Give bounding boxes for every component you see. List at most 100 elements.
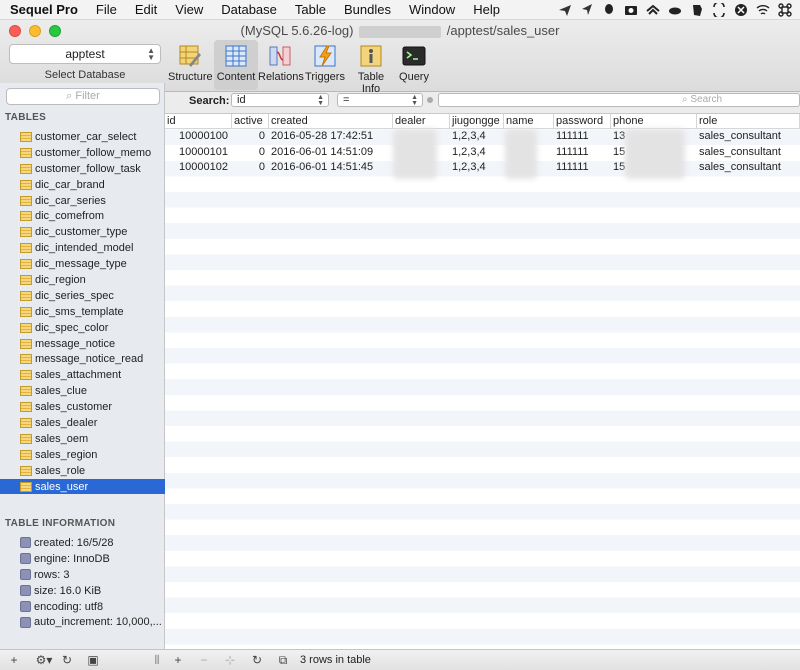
table-info-button[interactable]: Table Info	[349, 40, 393, 95]
search-field-select[interactable]: id ▲ ▼	[231, 93, 329, 107]
add-table-button[interactable]: +	[7, 653, 21, 667]
cell-jiugongge[interactable]: 1,2,3,4	[450, 160, 504, 176]
menu-bundles[interactable]: Bundles	[335, 0, 400, 20]
menu-table[interactable]: Table	[286, 0, 335, 20]
cell-password[interactable]: 111111	[554, 160, 611, 176]
airplay-icon[interactable]	[646, 3, 660, 17]
sidebar-item-customer-follow-task[interactable]: customer_follow_task	[0, 161, 165, 177]
sidebar-item-dic-region[interactable]: dic_region	[0, 272, 165, 288]
menu-edit[interactable]: Edit	[126, 0, 166, 20]
table-filter-input[interactable]: ⌕ Filter	[6, 88, 160, 105]
refresh-content-icon[interactable]: ↻	[250, 653, 264, 667]
menu-view[interactable]: View	[166, 0, 212, 20]
cell-password[interactable]: 111111	[554, 129, 611, 145]
structure-button[interactable]: Structure	[168, 40, 213, 90]
sidebar-item-dic-car-series[interactable]: dic_car_series	[0, 193, 165, 209]
cell-jiugongge[interactable]: 1,2,3,4	[450, 145, 504, 161]
sidebar-item-dic-intended-model[interactable]: dic_intended_model	[0, 240, 165, 256]
command-icon[interactable]	[778, 3, 792, 17]
database-select-caption: Select Database	[44, 69, 126, 81]
sidebar-item-label: sales_dealer	[35, 416, 98, 429]
menu-help[interactable]: Help	[464, 0, 509, 20]
column-header-name[interactable]: name	[504, 114, 554, 128]
send-icon[interactable]	[558, 3, 572, 17]
cell-password[interactable]: 111111	[554, 145, 611, 161]
sidebar-item-sales-user[interactable]: sales_user	[0, 478, 165, 495]
content-button[interactable]: Content	[214, 40, 258, 90]
sidebar-item-message-notice[interactable]: message_notice	[0, 336, 165, 352]
sidebar-item-sales-role[interactable]: sales_role	[0, 463, 165, 479]
query-button[interactable]: Query	[392, 40, 436, 90]
column-header-phone[interactable]: phone	[611, 114, 697, 128]
refresh-tables-icon[interactable]: ↻	[60, 653, 74, 667]
sidebar-item-sales-clue[interactable]: sales_clue	[0, 383, 165, 399]
sync-icon[interactable]	[712, 3, 726, 17]
cloud-icon[interactable]	[668, 3, 682, 17]
gear-icon[interactable]: ⚙▾	[33, 653, 55, 667]
sidebar-item-sales-region[interactable]: sales_region	[0, 447, 165, 463]
location-icon[interactable]	[580, 3, 594, 17]
sidebar-item-message-notice-read[interactable]: message_notice_read	[0, 351, 165, 367]
table-row[interactable]: 10000102 0 2016-06-01 14:51:45 1,2,3,4 11111…	[165, 160, 800, 176]
table-icon	[20, 163, 32, 174]
sidebar-item-dic-comefrom[interactable]: dic_comefrom	[0, 208, 165, 224]
column-header-dealer[interactable]: dealer	[393, 114, 450, 128]
sidebar-item-dic-spec-color[interactable]: dic_spec_color	[0, 320, 165, 336]
menu-database[interactable]: Database	[212, 0, 286, 20]
filter-rows-icon[interactable]: ⧉	[276, 653, 290, 667]
table-row[interactable]: 10000101 0 2016-06-01 14:51:09 1,2,3,4 11111…	[165, 145, 800, 161]
sidebar-item-dic-sms-template[interactable]: dic_sms_template	[0, 304, 165, 320]
duplicate-row-icon[interactable]: ⊹	[223, 653, 237, 667]
column-header-password[interactable]: password	[554, 114, 611, 128]
relations-button[interactable]: Relations	[258, 40, 304, 90]
wifi-icon[interactable]	[756, 3, 770, 17]
camera-icon[interactable]	[624, 3, 638, 17]
cell-role[interactable]: sales_consultant	[697, 129, 800, 145]
column-header-role[interactable]: role	[697, 114, 800, 128]
cell-id[interactable]: 10000100	[165, 129, 232, 145]
cell-active[interactable]: 0	[232, 145, 269, 161]
sidebar-item-sales-dealer[interactable]: sales_dealer	[0, 415, 165, 431]
column-header-id[interactable]: id	[165, 114, 232, 128]
row-count-status: 3 rows in table	[300, 654, 371, 666]
remove-row-button[interactable]: −	[197, 653, 211, 667]
menu-app[interactable]: Sequel Pro	[0, 0, 87, 20]
column-header-created[interactable]: created	[269, 114, 393, 128]
sidebar-item-dic-car-brand[interactable]: dic_car_brand	[0, 177, 165, 193]
sidebar-item-customer-follow-memo[interactable]: customer_follow_memo	[0, 145, 165, 161]
splitter-handle-icon[interactable]: ⦀	[150, 653, 164, 667]
cell-role[interactable]: sales_consultant	[697, 160, 800, 176]
database-select[interactable]: apptest ▲ ▼	[9, 44, 161, 64]
sidebar-item-dic-message-type[interactable]: dic_message_type	[0, 256, 165, 272]
column-header-active[interactable]: active	[232, 114, 269, 128]
search-input[interactable]: ⌕ Search	[438, 93, 800, 107]
sidebar-item-customer-car-select[interactable]: customer_car_select	[0, 129, 165, 145]
cell-active[interactable]: 0	[232, 160, 269, 176]
cell-created[interactable]: 2016-06-01 14:51:09	[269, 145, 393, 161]
sidebar-item-dic-customer-type[interactable]: dic_customer_type	[0, 224, 165, 240]
table-row[interactable]: 10000100 0 2016-05-28 17:42:51 1,2,3,4 11111…	[165, 129, 800, 145]
cell-id[interactable]: 10000101	[165, 145, 232, 161]
triggers-button[interactable]: Triggers	[303, 40, 347, 90]
search-operator-select[interactable]: = ▲ ▼	[337, 93, 423, 107]
toggle-info-icon[interactable]: ▣	[86, 653, 100, 667]
table-icon	[20, 481, 32, 492]
sidebar-item-dic-series-spec[interactable]: dic_series_spec	[0, 288, 165, 304]
column-header-jiugongge[interactable]: jiugongge	[450, 114, 504, 128]
sidebar-item-sales-attachment[interactable]: sales_attachment	[0, 367, 165, 383]
cell-id[interactable]: 10000102	[165, 160, 232, 176]
menu-file[interactable]: File	[87, 0, 126, 20]
sidebar-item-sales-oem[interactable]: sales_oem	[0, 431, 165, 447]
table-info-item: encoding: utf8	[0, 599, 165, 615]
cell-jiugongge[interactable]: 1,2,3,4	[450, 129, 504, 145]
qq-icon[interactable]	[602, 3, 616, 17]
menu-window[interactable]: Window	[400, 0, 464, 20]
cell-role[interactable]: sales_consultant	[697, 145, 800, 161]
cell-active[interactable]: 0	[232, 129, 269, 145]
xcode-icon[interactable]	[734, 3, 748, 17]
cell-created[interactable]: 2016-06-01 14:51:45	[269, 160, 393, 176]
evernote-icon[interactable]	[690, 3, 704, 17]
cell-created[interactable]: 2016-05-28 17:42:51	[269, 129, 393, 145]
add-row-button[interactable]: +	[171, 653, 185, 667]
sidebar-item-sales-customer[interactable]: sales_customer	[0, 399, 165, 415]
